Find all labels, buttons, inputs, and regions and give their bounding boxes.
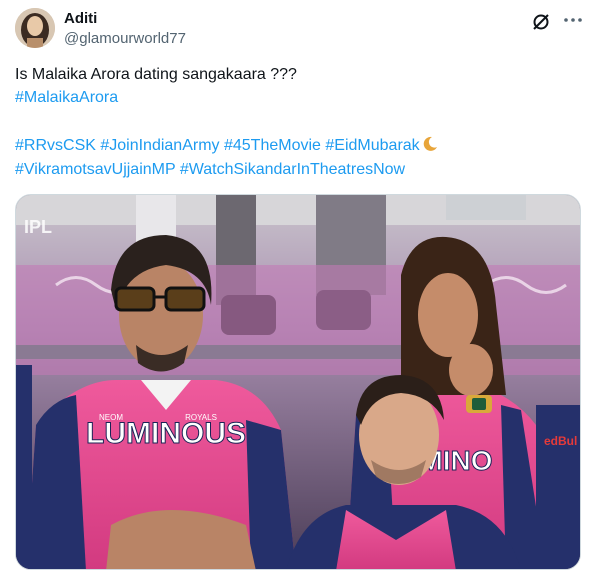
sleeve-sponsor: edBul <box>544 434 577 448</box>
hashtag-link[interactable]: #45TheMovie <box>224 137 321 154</box>
watermark-text: IPL <box>24 217 52 237</box>
author-handle[interactable]: @glamourworld77 <box>64 30 186 47</box>
hashtag-link[interactable]: #MalaikaArora <box>15 89 118 106</box>
jersey-small-logo: NEOM <box>99 413 123 422</box>
watermark-logo: IPL <box>24 217 52 237</box>
hashtag-row-3: #VikramotsavUjjainMP #WatchSikandarInThe… <box>15 160 405 180</box>
grok-icon[interactable] <box>531 12 551 32</box>
hashtag-link[interactable]: #WatchSikandarInTheatresNow <box>180 161 405 178</box>
hashtag-link[interactable]: #JoinIndianArmy <box>100 137 219 154</box>
avatar[interactable] <box>15 8 55 48</box>
hashtag-row-2: #RRvsCSK #JoinIndianArmy #45TheMovie #Ei… <box>15 136 438 156</box>
jersey-royals-logo: ROYALS <box>185 413 217 422</box>
tweet-text: Is Malaika Arora dating sangakaara ??? <box>15 66 297 83</box>
hashtag-link[interactable]: #VikramotsavUjjainMP <box>15 161 175 178</box>
hashtag-row-1: #MalaikaArora <box>15 88 118 108</box>
more-icon[interactable] <box>561 10 585 30</box>
hashtag-link[interactable]: #RRvsCSK <box>15 137 96 154</box>
tweet-image[interactable]: IPL LUMINOUS NEOM ROYALS MINO edBul <box>15 194 581 570</box>
crescent-moon-emoji <box>422 136 438 152</box>
hashtag-link[interactable]: #EidMubarak <box>325 137 419 154</box>
author-name[interactable]: Aditi <box>64 10 97 27</box>
